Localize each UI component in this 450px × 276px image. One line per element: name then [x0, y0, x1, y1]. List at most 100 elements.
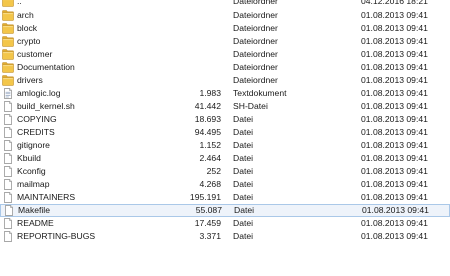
- file-row[interactable]: Kconfig 252 Datei 01.08.2013 09:41: [0, 165, 450, 178]
- file-name: COPYING: [17, 114, 57, 124]
- file-size: 1.983: [199, 88, 221, 98]
- file-type: Datei: [233, 153, 254, 163]
- file-type: Textdokument: [233, 88, 287, 98]
- file-row[interactable]: .. Dateiordner 04.12.2016 18:21: [0, 0, 450, 8]
- file-date: 01.08.2013 09:41: [361, 140, 428, 150]
- file-name: MAINTAINERS: [17, 192, 76, 202]
- file-date: 01.08.2013 09:41: [361, 101, 428, 111]
- file-date: 01.08.2013 09:41: [361, 10, 428, 20]
- file-icon: [2, 192, 14, 203]
- file-row[interactable]: CREDITS 94.495 Datei 01.08.2013 09:41: [0, 126, 450, 139]
- file-date: 01.08.2013 09:41: [361, 153, 428, 163]
- file-name: ..: [17, 0, 22, 6]
- file-row[interactable]: crypto Dateiordner 01.08.2013 09:41: [0, 35, 450, 48]
- file-name: Kconfig: [17, 166, 46, 176]
- file-size: 1.152: [199, 140, 221, 150]
- file-name: amlogic.log: [17, 88, 61, 98]
- file-name: build_kernel.sh: [17, 101, 75, 111]
- folder-icon: [2, 23, 14, 34]
- file-type: SH-Datei: [233, 101, 268, 111]
- file-type: Datei: [233, 114, 254, 124]
- file-icon: [2, 127, 14, 138]
- file-date: 01.08.2013 09:41: [361, 179, 428, 189]
- file-row[interactable]: mailmap 4.268 Datei 01.08.2013 09:41: [0, 178, 450, 191]
- file-type: Dateiordner: [233, 75, 278, 85]
- file-date: 01.08.2013 09:41: [361, 127, 428, 137]
- file-row[interactable]: Documentation Dateiordner 01.08.2013 09:41: [0, 61, 450, 74]
- file-name: Documentation: [17, 62, 75, 72]
- file-type: Dateiordner: [233, 10, 278, 20]
- file-date: 04.12.2016 18:21: [361, 0, 428, 6]
- file-size: 17.459: [194, 218, 221, 228]
- file-date: 01.08.2013 09:41: [361, 88, 428, 98]
- file-name: REPORTING-BUGS: [17, 231, 96, 241]
- file-date: 01.08.2013 09:41: [361, 23, 428, 33]
- file-date: 01.08.2013 09:41: [361, 36, 428, 46]
- file-date: 01.08.2013 09:41: [361, 192, 428, 202]
- file-name: Kbuild: [17, 153, 41, 163]
- file-icon: [2, 179, 14, 190]
- file-type: Datei: [233, 192, 254, 202]
- file-name: Makefile: [18, 205, 50, 215]
- file-size: 3.371: [199, 231, 221, 241]
- file-icon: [2, 114, 14, 125]
- folder-icon: [2, 49, 14, 60]
- file-size: 94.495: [194, 127, 221, 137]
- file-name: drivers: [17, 75, 43, 85]
- file-type: Dateiordner: [233, 36, 278, 46]
- file-size: 2.464: [199, 153, 221, 163]
- file-name: customer: [17, 49, 53, 59]
- folder-icon: [2, 36, 14, 47]
- file-icon: [2, 218, 14, 229]
- file-row[interactable]: MAINTAINERS 195.191 Datei 01.08.2013 09:41: [0, 191, 450, 204]
- file-name: CREDITS: [17, 127, 55, 137]
- text-file-icon: [2, 88, 14, 99]
- file-row[interactable]: gitignore 1.152 Datei 01.08.2013 09:41: [0, 139, 450, 152]
- folder-icon: [2, 10, 14, 21]
- file-type: Datei: [234, 205, 255, 215]
- file-type: Datei: [233, 166, 254, 176]
- file-date: 01.08.2013 09:41: [361, 166, 428, 176]
- file-type: Datei: [233, 140, 254, 150]
- file-date: 01.08.2013 09:41: [362, 205, 429, 215]
- file-name: gitignore: [17, 140, 50, 150]
- file-name: block: [17, 23, 38, 33]
- file-date: 01.08.2013 09:41: [361, 49, 428, 59]
- file-size: 4.268: [199, 179, 221, 189]
- file-date: 01.08.2013 09:41: [361, 218, 428, 228]
- file-icon: [2, 153, 14, 164]
- file-date: 01.08.2013 09:41: [361, 62, 428, 72]
- file-size: 18.693: [194, 114, 221, 124]
- file-name: README: [17, 218, 54, 228]
- file-size: 252: [206, 166, 221, 176]
- file-date: 01.08.2013 09:41: [361, 75, 428, 85]
- file-size: 55.087: [195, 205, 222, 215]
- file-row[interactable]: block Dateiordner 01.08.2013 09:41: [0, 22, 450, 35]
- file-date: 01.08.2013 09:41: [361, 231, 428, 241]
- file-row[interactable]: drivers Dateiordner 01.08.2013 09:41: [0, 74, 450, 87]
- file-type: Datei: [233, 231, 254, 241]
- file-icon: [2, 101, 14, 112]
- file-row[interactable]: REPORTING-BUGS 3.371 Datei 01.08.2013 09:41: [0, 230, 450, 243]
- file-type: Datei: [233, 218, 254, 228]
- file-type: Dateiordner: [233, 23, 278, 33]
- file-name: arch: [17, 10, 34, 20]
- file-row[interactable]: build_kernel.sh 41.442 SH-Datei 01.08.2013 …: [0, 100, 450, 113]
- file-row[interactable]: Kbuild 2.464 Datei 01.08.2013 09:41: [0, 152, 450, 165]
- file-icon: [3, 205, 15, 216]
- file-row[interactable]: COPYING 18.693 Datei 01.08.2013 09:41: [0, 113, 450, 126]
- file-type: Dateiordner: [233, 0, 278, 6]
- file-row[interactable]: README 17.459 Datei 01.08.2013 09:41: [0, 217, 450, 230]
- file-name: mailmap: [17, 179, 50, 189]
- folder-icon: [2, 75, 14, 86]
- folder-icon: [2, 0, 14, 7]
- file-icon: [2, 140, 14, 151]
- file-date: 01.08.2013 09:41: [361, 114, 428, 124]
- file-row[interactable]: amlogic.log 1.983 Textdokument 01.08.2013 0…: [0, 87, 450, 100]
- file-row[interactable]: arch Dateiordner 01.08.2013 09:41: [0, 9, 450, 22]
- file-size: 195.191: [189, 192, 221, 202]
- file-type: Datei: [233, 179, 254, 189]
- file-type: Datei: [233, 127, 254, 137]
- file-row-selected[interactable]: Makefile 55.087 Datei 01.08.2013 09:41: [0, 204, 450, 217]
- file-row[interactable]: customer Dateiordner 01.08.2013 09:41: [0, 48, 450, 61]
